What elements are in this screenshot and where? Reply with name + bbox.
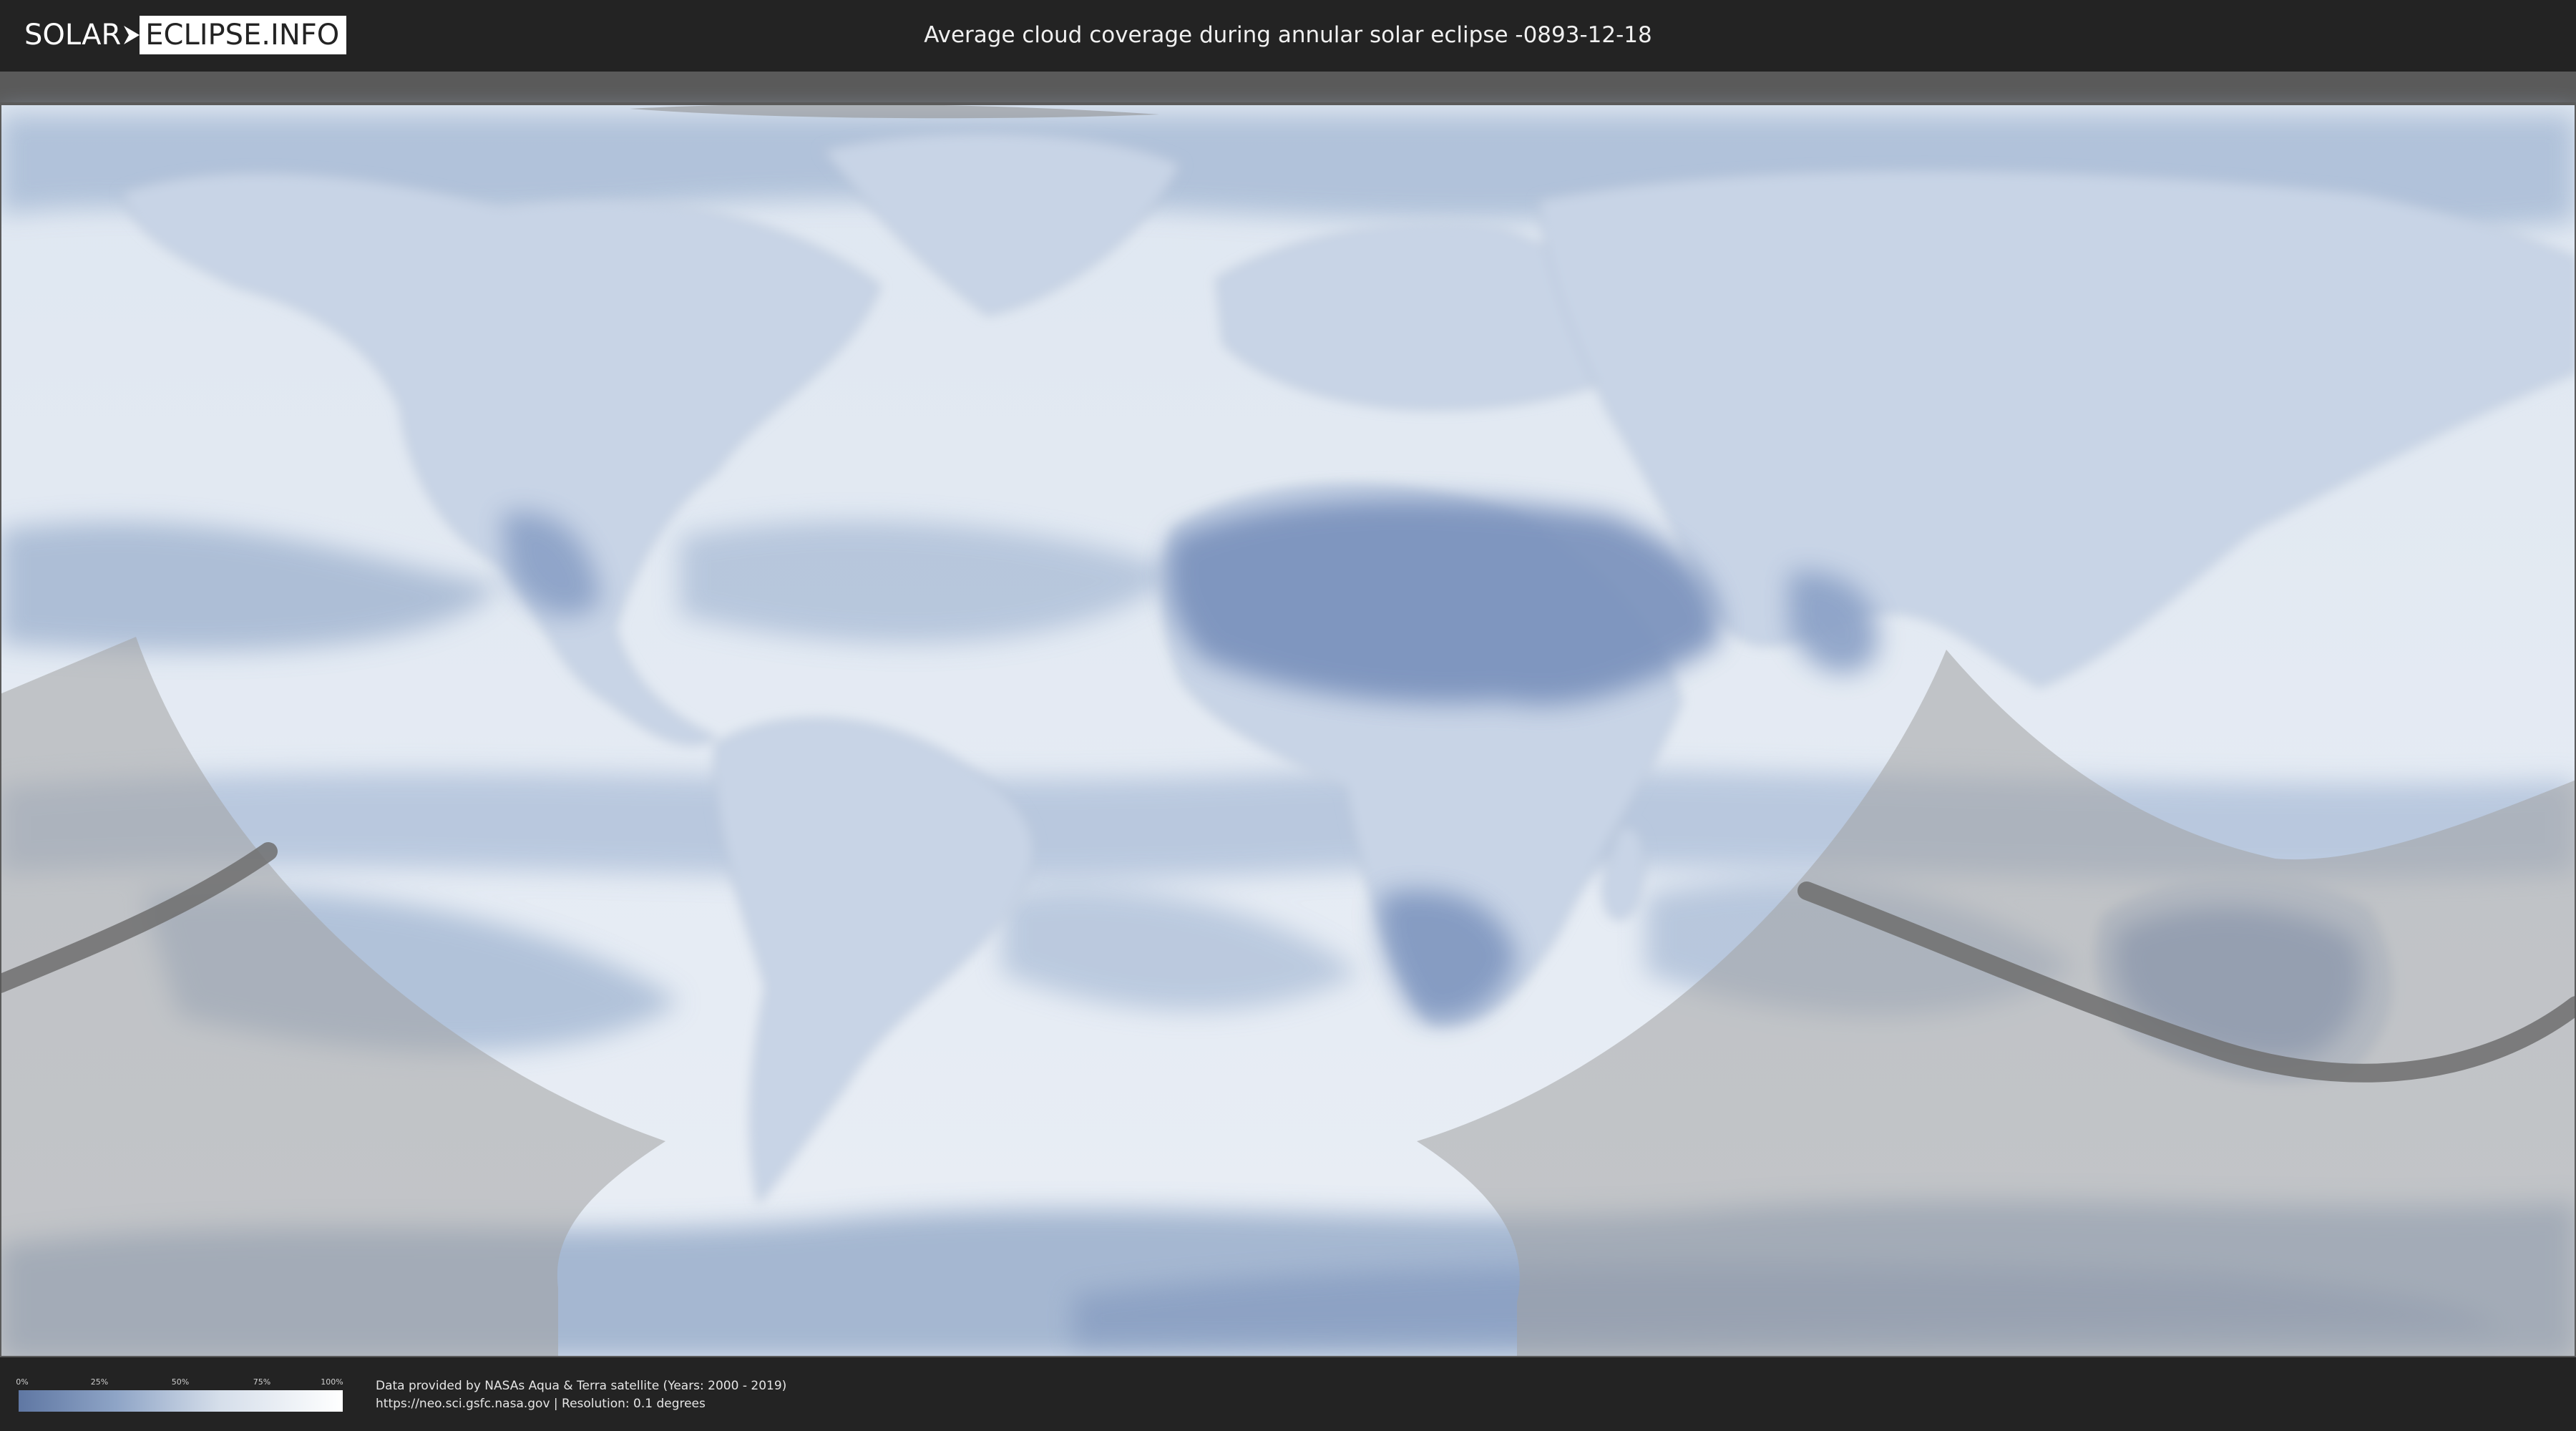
data-credit: Data provided by NASAs Aqua & Terra sate… [376, 1379, 787, 1393]
map-container [0, 72, 2576, 1357]
legend-tick-100: 100% [321, 1377, 343, 1387]
site-logo[interactable]: SOLAR ECLIPSE.INFO [24, 16, 347, 54]
footer-bar: 0% 25% 50% 75% 100% Data provided by NAS… [0, 1357, 2576, 1431]
logo-text-eclipse-info: ECLIPSE.INFO [140, 16, 347, 54]
header-bar: SOLAR ECLIPSE.INFO Average cloud coverag… [0, 0, 2576, 72]
legend-gradient-bar [19, 1390, 343, 1412]
page-title: Average cloud coverage during annular so… [924, 22, 1652, 48]
cloud-coverage-map[interactable] [0, 72, 2576, 1357]
legend-tick-25: 25% [90, 1377, 109, 1387]
logo-arrow-icon [124, 26, 140, 44]
legend-tick-50: 50% [171, 1377, 190, 1387]
legend-tick-0: 0% [16, 1377, 29, 1387]
data-source-link[interactable]: https://neo.sci.gsfc.nasa.gov | Resoluti… [376, 1397, 706, 1411]
legend-tick-75: 75% [253, 1377, 271, 1387]
low-cloud-sahara-arabia [1166, 499, 1720, 705]
logo-text-solar: SOLAR [24, 19, 122, 52]
